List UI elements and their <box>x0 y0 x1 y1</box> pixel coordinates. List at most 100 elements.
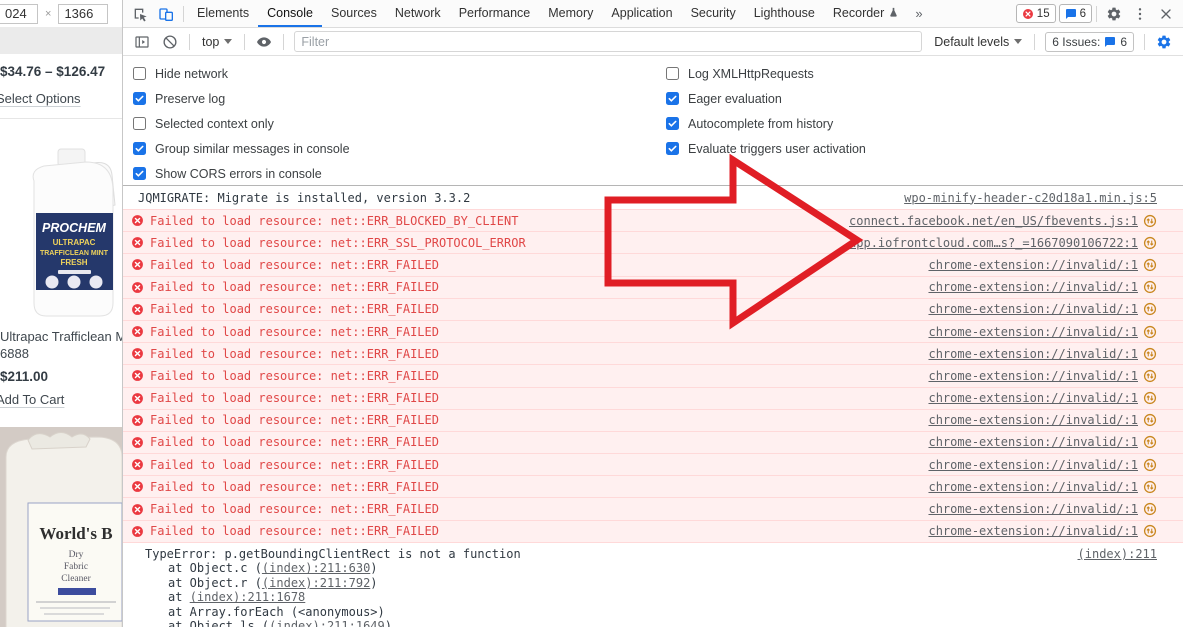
console-message-text: Failed to load resource: net::ERR_FAILED <box>150 302 439 316</box>
viewport-height-input[interactable]: 1366 <box>58 4 108 24</box>
settings-gear-icon[interactable] <box>1101 1 1127 27</box>
network-request-icon[interactable] <box>1143 480 1157 494</box>
tab-sources[interactable]: Sources <box>322 0 386 27</box>
source-link[interactable]: chrome-extension://invalid/:1 <box>928 258 1138 272</box>
more-tabs-button[interactable]: » <box>908 6 929 21</box>
product-image-jug[interactable]: PROCHEM ULTRAPAC TRAFFICLEAN MINT FRESH <box>0 135 122 327</box>
source-link[interactable]: chrome-extension://invalid/:1 <box>928 413 1138 427</box>
source-link[interactable]: chrome-extension://invalid/:1 <box>928 280 1138 294</box>
checkbox[interactable] <box>133 167 146 180</box>
inspect-element-icon[interactable] <box>127 1 153 27</box>
issues-badge[interactable]: 6 Issues: 6 <box>1045 32 1134 52</box>
checkbox[interactable] <box>133 67 146 80</box>
console-setting-selected-context-only[interactable]: Selected context only <box>133 111 350 136</box>
checkbox[interactable] <box>133 142 146 155</box>
error-icon <box>131 392 144 405</box>
tab-security[interactable]: Security <box>682 0 745 27</box>
dimension-separator: × <box>45 8 51 20</box>
network-request-icon[interactable] <box>1143 524 1157 538</box>
trace-source-link[interactable]: (index):211 <box>1078 547 1157 561</box>
source-link[interactable]: chrome-extension://invalid/:1 <box>928 480 1138 494</box>
console-message-text: Failed to load resource: net::ERR_FAILED <box>150 347 439 361</box>
divider <box>283 34 284 50</box>
checkbox[interactable] <box>666 92 679 105</box>
console-setting-preserve-log[interactable]: Preserve log <box>133 86 350 111</box>
stack-frame-link[interactable]: (index):211:792 <box>262 576 370 590</box>
stack-frame: at Array.forEach (<anonymous>) <box>145 605 1157 620</box>
source-link[interactable]: connect.facebook.net/en_US/fbevents.js:1 <box>849 214 1138 228</box>
add-to-cart-link[interactable]: Add To Cart <box>0 392 64 407</box>
console-setting-hide-network[interactable]: Hide network <box>133 61 350 86</box>
source-link[interactable]: chrome-extension://invalid/:1 <box>928 458 1138 472</box>
source-link[interactable]: wpo-minify-header-c20d18a1.min.js:5 <box>904 191 1157 205</box>
console-setting-show-cors-errors-in-console[interactable]: Show CORS errors in console <box>133 161 350 186</box>
message-count-badge[interactable]: 6 <box>1059 4 1092 23</box>
network-request-icon[interactable] <box>1143 391 1157 405</box>
checkbox[interactable] <box>133 117 146 130</box>
console-sidebar-toggle-icon[interactable] <box>129 29 155 55</box>
source-link[interactable]: app.iofrontcloud.com…s?_=1667090106722:1 <box>849 236 1138 250</box>
tab-application[interactable]: Application <box>602 0 681 27</box>
console-filter-input[interactable] <box>294 31 922 52</box>
console-setting-eager-evaluation[interactable]: Eager evaluation <box>666 86 866 111</box>
divider <box>183 6 184 22</box>
tab-performance[interactable]: Performance <box>450 0 540 27</box>
device-dimension-bar: 024 × 1366 <box>0 0 122 27</box>
source-link[interactable]: chrome-extension://invalid/:1 <box>928 502 1138 516</box>
viewport-width-input[interactable]: 024 <box>0 4 38 24</box>
tab-console[interactable]: Console <box>258 0 322 27</box>
network-request-icon[interactable] <box>1143 280 1157 294</box>
source-link[interactable]: chrome-extension://invalid/:1 <box>928 347 1138 361</box>
stack-frame-link[interactable]: (index):211:1649 <box>269 619 385 627</box>
status-badges: 15 6 <box>1016 4 1092 23</box>
console-setting-log-xmlhttprequests[interactable]: Log XMLHttpRequests <box>666 61 866 86</box>
context-selector[interactable]: top <box>196 35 238 49</box>
network-request-icon[interactable] <box>1143 302 1157 316</box>
tab-network[interactable]: Network <box>386 0 450 27</box>
log-levels-selector[interactable]: Default levels <box>928 35 1028 49</box>
network-request-icon[interactable] <box>1143 369 1157 383</box>
device-toolbar-icon[interactable] <box>153 1 179 27</box>
tab-recorder[interactable]: Recorder <box>824 0 908 27</box>
product-title[interactable]: Ultrapac Trafficlean M <box>0 329 122 344</box>
checkbox[interactable] <box>666 117 679 130</box>
pail-label-line3: Cleaner <box>61 574 91 584</box>
network-request-icon[interactable] <box>1143 258 1157 272</box>
network-request-icon[interactable] <box>1143 214 1157 228</box>
select-options-link[interactable]: Select Options <box>0 91 81 106</box>
console-setting-group-similar-messages-in-console[interactable]: Group similar messages in console <box>133 136 350 161</box>
console-settings-gear-icon[interactable] <box>1151 29 1177 55</box>
source-link[interactable]: chrome-extension://invalid/:1 <box>928 435 1138 449</box>
console-setting-evaluate-triggers-user-activation[interactable]: Evaluate triggers user activation <box>666 136 866 161</box>
clear-console-icon[interactable] <box>157 29 183 55</box>
network-request-icon[interactable] <box>1143 236 1157 250</box>
stack-frame-link[interactable]: (index):211:1678 <box>190 590 306 604</box>
network-request-icon[interactable] <box>1143 458 1157 472</box>
product-sku: 6888 <box>0 346 122 361</box>
network-request-icon[interactable] <box>1143 502 1157 516</box>
source-link[interactable]: chrome-extension://invalid/:1 <box>928 302 1138 316</box>
live-expression-eye-icon[interactable] <box>251 29 277 55</box>
console-setting-autocomplete-from-history[interactable]: Autocomplete from history <box>666 111 866 136</box>
tab-elements[interactable]: Elements <box>188 0 258 27</box>
checkbox[interactable] <box>666 67 679 80</box>
stack-frame-link[interactable]: (index):211:630 <box>262 561 370 575</box>
close-devtools-icon[interactable] <box>1153 1 1179 27</box>
checkbox[interactable] <box>666 142 679 155</box>
tab-lighthouse[interactable]: Lighthouse <box>745 0 824 27</box>
product-image-pail[interactable]: World's B Dry Fabric Cleaner <box>0 427 122 627</box>
more-options-icon[interactable] <box>1127 1 1153 27</box>
source-link[interactable]: chrome-extension://invalid/:1 <box>928 524 1138 538</box>
network-request-icon[interactable] <box>1143 347 1157 361</box>
error-icon <box>131 325 144 338</box>
source-link[interactable]: chrome-extension://invalid/:1 <box>928 325 1138 339</box>
network-request-icon[interactable] <box>1143 413 1157 427</box>
source-link[interactable]: chrome-extension://invalid/:1 <box>928 369 1138 383</box>
source-link[interactable]: chrome-extension://invalid/:1 <box>928 391 1138 405</box>
error-count-badge[interactable]: 15 <box>1016 4 1056 23</box>
checkbox[interactable] <box>133 92 146 105</box>
tab-memory[interactable]: Memory <box>539 0 602 27</box>
network-request-icon[interactable] <box>1143 435 1157 449</box>
network-request-icon[interactable] <box>1143 325 1157 339</box>
devtools-tabbar: ElementsConsoleSourcesNetworkPerformance… <box>123 0 1183 28</box>
